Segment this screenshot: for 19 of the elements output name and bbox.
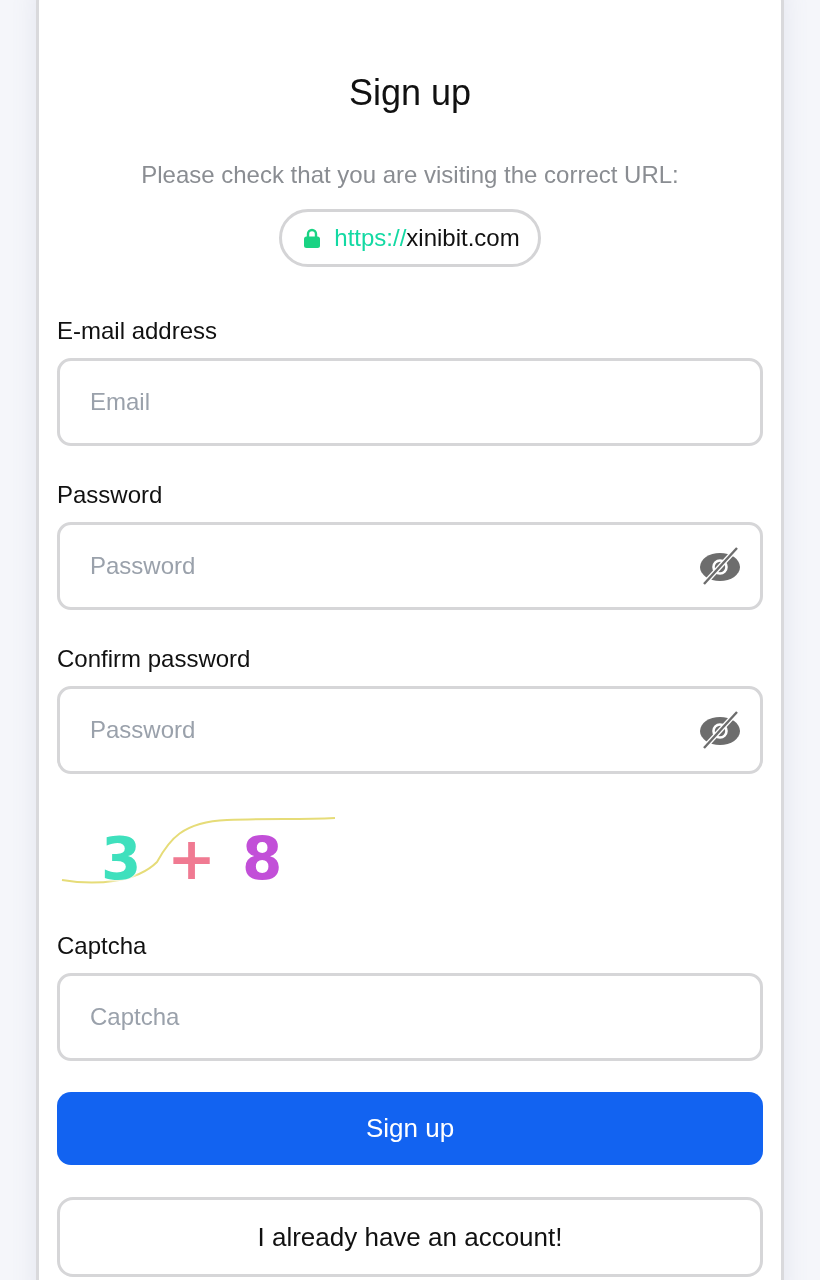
field-label: Captcha — [57, 931, 148, 961]
captcha-glyph: 3 — [101, 829, 142, 889]
sign-up-button[interactable]: Sign up — [57, 1092, 763, 1165]
captcha-glyph: 8 — [241, 829, 283, 889]
eye-slash-icon[interactable] — [699, 710, 741, 750]
url-notice: Please check that you are visiting the correct URL: — [140, 160, 680, 190]
eye-slash-icon[interactable] — [699, 546, 741, 586]
url-text: https://xinibit.com — [334, 223, 520, 253]
input-field[interactable]: Captcha — [57, 973, 763, 1061]
input-field[interactable]: Email — [57, 358, 763, 446]
captcha-glyph: + — [167, 829, 216, 889]
lock-icon — [304, 228, 321, 248]
field-label: Password — [57, 480, 164, 510]
page-title: Sign up — [347, 71, 473, 115]
login-link-button[interactable]: I already have an account! — [57, 1197, 763, 1277]
input-field[interactable]: Password — [57, 686, 763, 774]
input-field[interactable]: Password — [57, 522, 763, 610]
field-label: Confirm password — [57, 644, 252, 674]
field-label: E-mail address — [57, 316, 219, 346]
